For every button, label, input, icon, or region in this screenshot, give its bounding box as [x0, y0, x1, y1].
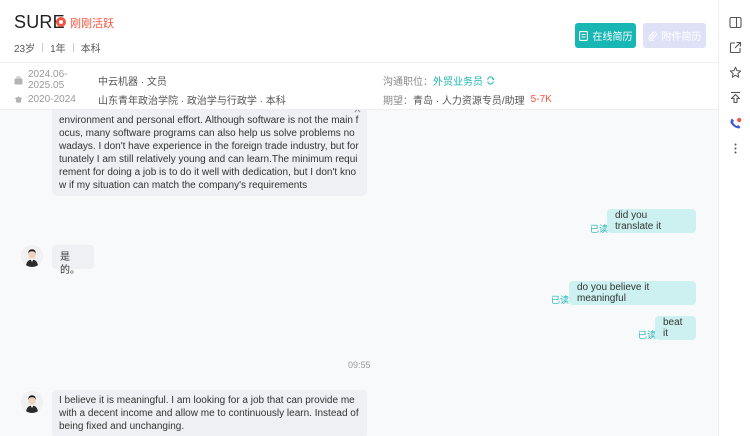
candidate-header: SURE 刚刚活跃 23岁 1年 本科 在线简历 附件简历 — [0, 0, 718, 62]
candidate-age: 23岁 — [14, 44, 36, 55]
read-receipt: 已读 — [638, 330, 657, 340]
education-row: 2020-2024 山东青年政治学院 · 政治学与行政学 · 本科 — [14, 92, 286, 107]
expectation-row: 期望： 青岛 · 人力资源专员/助理 5-7K — [383, 92, 552, 107]
more-icon — [734, 143, 736, 153]
read-receipt: 已读 — [590, 224, 609, 234]
candidate-avatar[interactable] — [21, 391, 43, 413]
received-message-bubble: 是的。 — [52, 245, 94, 276]
sent-message-bubble: did you translate it — [607, 209, 696, 233]
received-message-bubble: environment and personal effort. Althoug… — [52, 110, 367, 196]
online-resume-label: 在线简历 — [592, 32, 633, 43]
message-timestamp: 09:55 — [348, 360, 371, 370]
message-text: beat it — [663, 317, 683, 339]
switch-icon[interactable] — [486, 75, 495, 85]
candidate-avatar[interactable] — [21, 245, 43, 267]
document-icon — [578, 30, 588, 41]
right-toolbar — [718, 0, 750, 436]
chevron-up-icon — [353, 110, 361, 113]
candidate-education: 本科 — [80, 44, 101, 55]
received-message-bubble: I believe it is meaningful. I am looking… — [52, 390, 367, 436]
meta-divider — [42, 43, 44, 52]
education-dates: 2020-2024 — [28, 93, 76, 105]
display-button[interactable] — [728, 15, 742, 29]
star-icon — [729, 66, 741, 78]
display-icon — [728, 16, 742, 28]
person-avatar-icon — [21, 245, 43, 267]
active-status-text: 刚刚活跃 — [70, 18, 114, 30]
message-text: 是的。 — [60, 252, 80, 276]
collapse-button[interactable] — [348, 110, 366, 115]
graduation-cap-icon — [14, 96, 23, 103]
expect-salary: 5-7K — [530, 93, 552, 105]
phone-icon — [730, 117, 741, 128]
sent-message-bubble: do you believe it meaningful — [569, 281, 696, 305]
message-text: did you translate it — [615, 210, 662, 232]
position-label: 沟通职位： — [383, 76, 433, 88]
active-status-icon — [56, 17, 66, 27]
phone-button[interactable] — [728, 116, 742, 130]
pin-top-button[interactable] — [728, 90, 742, 104]
education-value: 山东青年政治学院 · 政治学与行政学 · 本科 — [98, 95, 286, 107]
share-icon — [729, 41, 741, 53]
read-receipt: 已读 — [551, 295, 570, 305]
pin-top-icon — [730, 91, 740, 103]
person-avatar-icon — [21, 391, 43, 413]
share-button[interactable] — [728, 40, 742, 54]
more-button[interactable] — [728, 141, 742, 155]
candidate-experience: 1年 — [50, 44, 66, 55]
favorite-button[interactable] — [728, 65, 742, 79]
attachment-resume-button[interactable]: 附件简历 — [643, 23, 706, 48]
attachment-resume-label: 附件简历 — [661, 32, 702, 43]
online-resume-button[interactable]: 在线简历 — [575, 23, 636, 48]
position-row: 沟通职位： 外贸业务员 — [383, 73, 495, 88]
candidate-meta: 23岁 1年 本科 — [14, 40, 101, 55]
work-value: 中云机器 · 文员 — [98, 76, 167, 88]
candidate-info-bar: 2024.06-2025.05 中云机器 · 文员 2020-2024 山东青年… — [0, 62, 718, 110]
message-text: environment and personal effort. Althoug… — [59, 115, 359, 191]
message-text: do you believe it meaningful — [577, 282, 650, 304]
chat-area[interactable]: environment and personal effort. Althoug… — [0, 110, 718, 436]
attachment-icon — [648, 31, 657, 41]
expect-value: 青岛 · 人力资源专员/助理 — [413, 95, 525, 107]
work-history-row: 2024.06-2025.05 中云机器 · 文员 — [14, 69, 167, 91]
briefcase-icon — [14, 75, 23, 84]
expect-label: 期望： — [383, 95, 413, 107]
sent-message-bubble: beat it — [655, 316, 696, 340]
message-text: I believe it is meaningful. I am looking… — [59, 395, 359, 432]
position-link[interactable]: 外贸业务员 — [433, 73, 483, 88]
work-dates: 2024.06-2025.05 — [28, 69, 68, 91]
meta-divider — [72, 43, 74, 52]
